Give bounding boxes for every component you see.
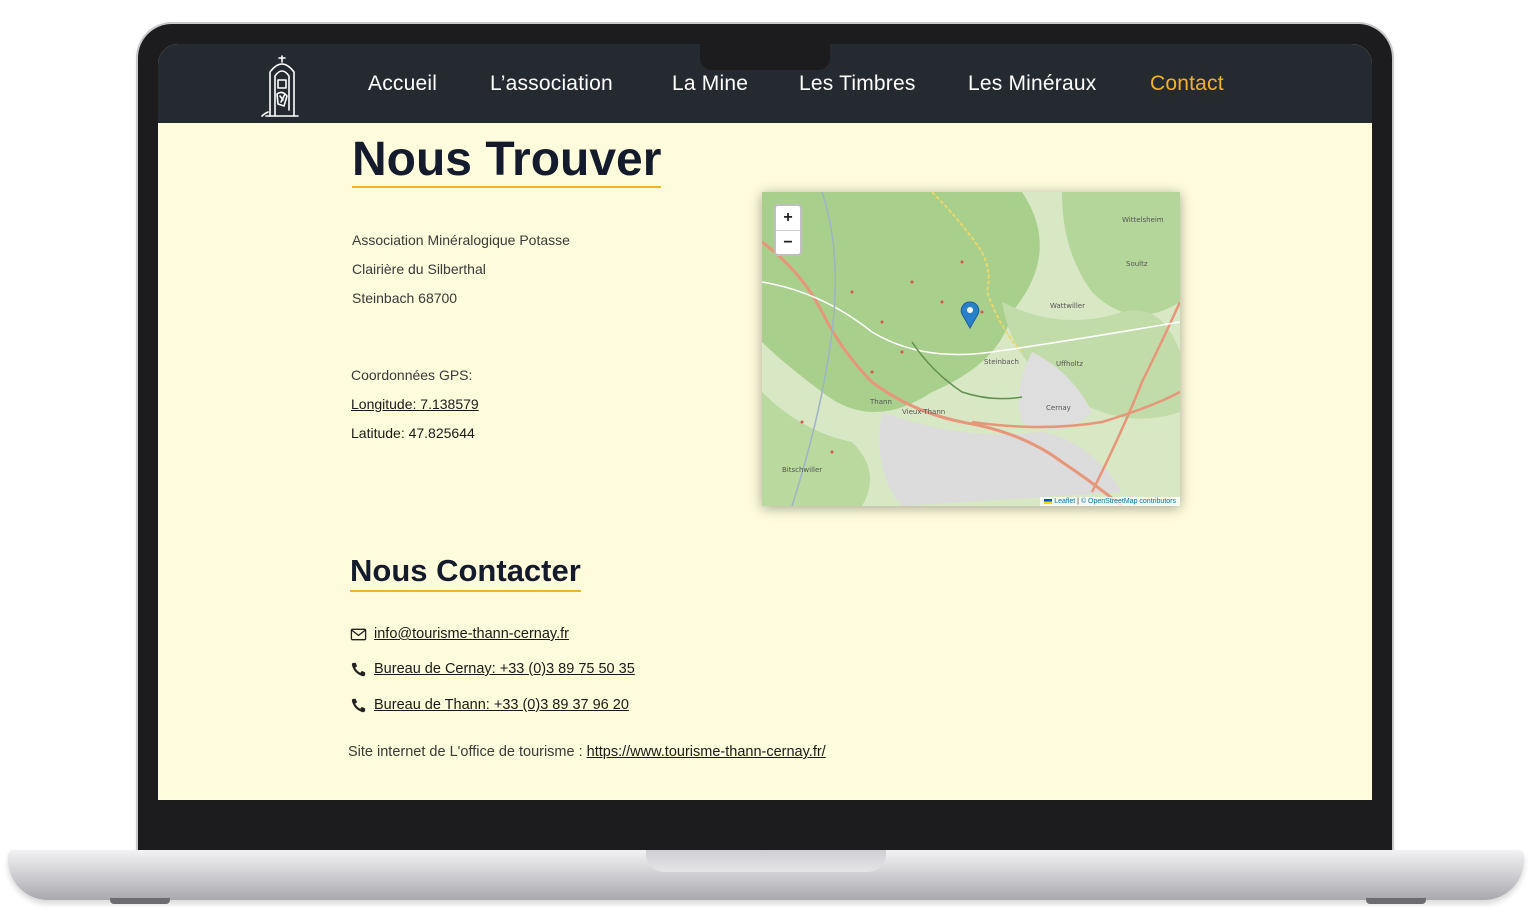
ukraine-flag-icon — [1044, 498, 1053, 504]
map-attribution: Leaflet | © OpenStreetMap contributors — [1040, 497, 1180, 506]
address-line-1: Association Minéralogique Potasse — [352, 232, 570, 248]
laptop-base-groove — [646, 850, 886, 872]
camera-notch — [700, 44, 830, 70]
gps-latitude: Latitude: 47.825644 — [351, 425, 475, 441]
map-label-wittelsheim: Wittelsheim — [1122, 216, 1164, 224]
nav-association[interactable]: L’association — [490, 72, 613, 96]
map-label-thann: Thann — [869, 398, 892, 406]
tourism-site-line: Site internet de L'office de tourisme :h… — [348, 744, 826, 760]
map-label-wattwiller: Wattwiller — [1050, 302, 1085, 310]
map-zoom-control: + − — [774, 204, 802, 256]
phone-icon — [351, 698, 366, 712]
zoom-out-button[interactable]: − — [776, 230, 800, 255]
nav-contact[interactable]: Contact — [1150, 72, 1224, 96]
zoom-in-button[interactable]: + — [776, 206, 800, 230]
tourism-site-link[interactable]: https://www.tourisme-thann-cernay.fr/ — [587, 744, 826, 760]
nav-accueil[interactable]: Accueil — [368, 72, 437, 96]
map-label-soultz: Soultz — [1126, 260, 1148, 268]
tourism-site-label: Site internet de L'office de tourisme : — [348, 744, 583, 760]
nav-les-timbres[interactable]: Les Timbres — [799, 72, 916, 96]
phone-cernay-row: Bureau de Cernay: +33 (0)3 89 75 50 35 — [350, 659, 635, 679]
gps-label: Coordonnées GPS: — [351, 367, 473, 383]
address-line-2: Clairière du Silberthal — [352, 261, 486, 277]
nav-la-mine[interactable]: La Mine — [672, 72, 748, 96]
leaflet-link[interactable]: Leaflet — [1054, 498, 1075, 505]
contact-heading: Nous Contacter — [350, 552, 581, 592]
map-label-uffholtz: Uffholtz — [1056, 360, 1083, 368]
envelope-icon — [350, 628, 367, 640]
map-label-bitschwiller: Bitschwiller — [782, 466, 822, 474]
find-us-heading: Nous Trouver — [352, 133, 662, 188]
email-row: info@tourisme-thann-cernay.fr — [350, 624, 569, 644]
location-map[interactable]: Thann Cernay Steinbach Wattwiller Uffhol… — [762, 192, 1180, 506]
address-line-3: Steinbach 68700 — [352, 290, 458, 306]
osm-link[interactable]: © OpenStreetMap contributors — [1081, 498, 1176, 505]
map-label-vieux-thann: Vieux-Thann — [902, 408, 945, 416]
map-label-cernay: Cernay — [1046, 404, 1071, 412]
browser-screen: Accueil L’association La Mine Les Timbre… — [158, 44, 1372, 800]
phone-thann-link[interactable]: Bureau de Thann: +33 (0)3 89 37 96 20 — [374, 697, 629, 713]
phone-cernay-link[interactable]: Bureau de Cernay: +33 (0)3 89 75 50 35 — [374, 661, 635, 677]
map-tiles[interactable]: Thann Cernay Steinbach Wattwiller Uffhol… — [762, 192, 1180, 506]
phone-icon — [351, 662, 366, 676]
phone-thann-row: Bureau de Thann: +33 (0)3 89 37 96 20 — [350, 695, 629, 715]
laptop-foot-right — [1366, 898, 1426, 904]
map-label-steinbach: Steinbach — [984, 358, 1019, 366]
laptop-foot-left — [110, 898, 170, 904]
nav-les-mineraux[interactable]: Les Minéraux — [968, 72, 1096, 96]
gps-longitude-link[interactable]: Longitude: 7.138579 — [351, 396, 479, 412]
email-link[interactable]: info@tourisme-thann-cernay.fr — [374, 626, 569, 642]
site-logo-icon[interactable] — [258, 50, 306, 120]
